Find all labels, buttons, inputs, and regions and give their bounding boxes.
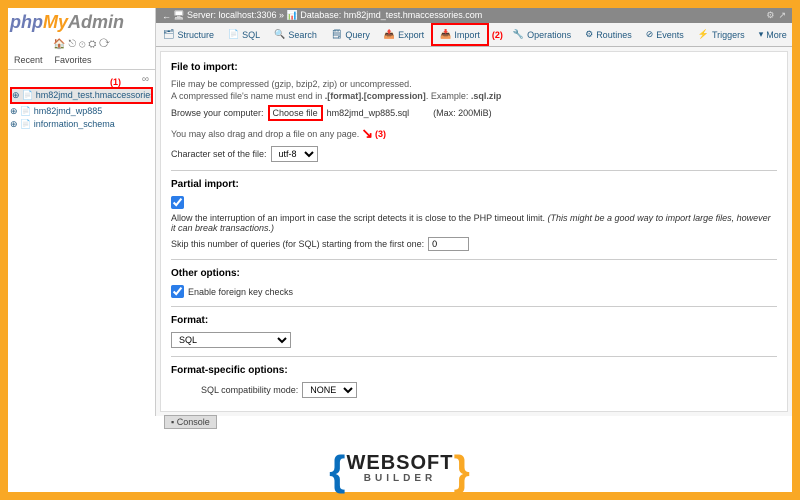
- tab-search[interactable]: 🔍Search: [267, 25, 324, 44]
- main-panel: ← 🖥 Server: localhost:3306 » 📊 Database:…: [156, 8, 792, 416]
- charset-label: Character set of the file:: [171, 149, 267, 159]
- import-form: File to import: File may be compressed (…: [160, 51, 788, 412]
- sidebar-tabs: Recent Favorites: [8, 52, 155, 70]
- sidebar-toolbar-icons[interactable]: 🏠 ⎋ ⊙ ⛭ ⟳: [8, 37, 155, 52]
- import-icon: 📥: [440, 29, 451, 40]
- compat-label: SQL compatibility mode:: [201, 385, 298, 395]
- section-partial-heading: Partial import:: [171, 179, 777, 190]
- structure-icon: 🗂: [163, 29, 174, 40]
- phpmyadmin-logo: phpMyAdmin: [8, 8, 155, 37]
- max-size: (Max: 200MiB): [433, 108, 492, 118]
- browse-label: Browse your computer:: [171, 108, 264, 118]
- tab-sql[interactable]: 📄SQL: [221, 25, 267, 44]
- section-other-heading: Other options:: [171, 268, 777, 279]
- fk-label: Enable foreign key checks: [188, 287, 293, 297]
- format-select[interactable]: SQL: [171, 332, 291, 348]
- annotation-1: (1): [110, 77, 121, 87]
- events-icon: ⊘: [646, 29, 654, 40]
- section-file-heading: File to import:: [171, 62, 777, 73]
- exit-icon[interactable]: ↗: [778, 10, 786, 21]
- query-icon: 🗒: [331, 29, 342, 40]
- db-item-selected[interactable]: ⊕ 📄 hm82jmd_test.hmaccessories.co: [12, 89, 151, 102]
- tab-export[interactable]: 📤Export: [377, 25, 431, 44]
- charset-select[interactable]: utf-8: [271, 146, 318, 162]
- main-tabs: 🗂Structure 📄SQL 🔍Search 🗒Query 📤Export 📥…: [156, 23, 792, 47]
- sidebar: phpMyAdmin 🏠 ⎋ ⊙ ⛭ ⟳ Recent Favorites ∞ …: [8, 8, 156, 416]
- breadcrumb: ← 🖥 Server: localhost:3306 » 📊 Database:…: [156, 8, 792, 23]
- section-fso-heading: Format-specific options:: [171, 365, 777, 376]
- allow-interrupt-label: Allow the interruption of an import in c…: [171, 213, 777, 233]
- gear-icon[interactable]: ⚙: [766, 10, 774, 21]
- console-toggle[interactable]: ▪ Console: [164, 415, 217, 429]
- db-item[interactable]: ⊕ 📄 information_schema: [10, 118, 153, 131]
- highlight-1: ⊕ 📄 hm82jmd_test.hmaccessories.co: [10, 87, 153, 104]
- tab-recent[interactable]: Recent: [8, 52, 49, 69]
- tab-more[interactable]: ▾More: [752, 25, 792, 44]
- annotation-arrow: ↘: [361, 125, 373, 142]
- tab-routines[interactable]: ⚙Routines: [578, 25, 639, 44]
- section-format-heading: Format:: [171, 315, 777, 326]
- triggers-icon: ⚡: [698, 29, 709, 40]
- search-icon: 🔍: [274, 29, 285, 40]
- export-icon: 📤: [384, 29, 395, 40]
- tree-sym-icon[interactable]: ∞: [142, 74, 153, 85]
- operations-icon: 🔧: [513, 29, 524, 40]
- tab-favorites[interactable]: Favorites: [49, 52, 98, 69]
- choose-file-button[interactable]: Choose file: [268, 105, 323, 121]
- tab-operations[interactable]: 🔧Operations: [506, 25, 578, 44]
- tab-events[interactable]: ⊘Events: [639, 25, 691, 44]
- nav-left-icon[interactable]: ←: [162, 11, 171, 21]
- fk-checkbox[interactable]: [171, 285, 184, 298]
- tab-triggers[interactable]: ⚡Triggers: [691, 25, 752, 44]
- tab-import[interactable]: 📥Import: [431, 23, 489, 46]
- routines-icon: ⚙: [585, 29, 593, 40]
- drag-hint: You may also drag and drop a file on any…: [171, 129, 359, 139]
- tab-structure[interactable]: 🗂Structure: [156, 25, 221, 44]
- db-item[interactable]: ⊕ 📄 hm82jmd_wp885: [10, 105, 153, 118]
- file-hint-2: A compressed file's name must end in .[f…: [171, 91, 777, 101]
- skip-input[interactable]: [428, 237, 469, 251]
- more-icon: ▾: [759, 29, 764, 40]
- skip-label: Skip this number of queries (for SQL) st…: [171, 239, 424, 249]
- footer-brand: { WEBSOFTBUILDER }: [8, 455, 792, 490]
- tab-query[interactable]: 🗒Query: [324, 25, 377, 44]
- sql-icon: 📄: [228, 29, 239, 40]
- chosen-filename: hm82jmd_wp885.sql: [327, 108, 410, 118]
- annotation-3: (3): [375, 129, 386, 139]
- allow-interrupt-checkbox[interactable]: [171, 196, 184, 209]
- db-tree: ∞ (1) ⊕ 📄 hm82jmd_test.hmaccessories.co …: [8, 70, 155, 134]
- compat-select[interactable]: NONE: [302, 382, 357, 398]
- annotation-2: (2): [489, 30, 506, 40]
- file-hint-1: File may be compressed (gzip, bzip2, zip…: [171, 79, 777, 89]
